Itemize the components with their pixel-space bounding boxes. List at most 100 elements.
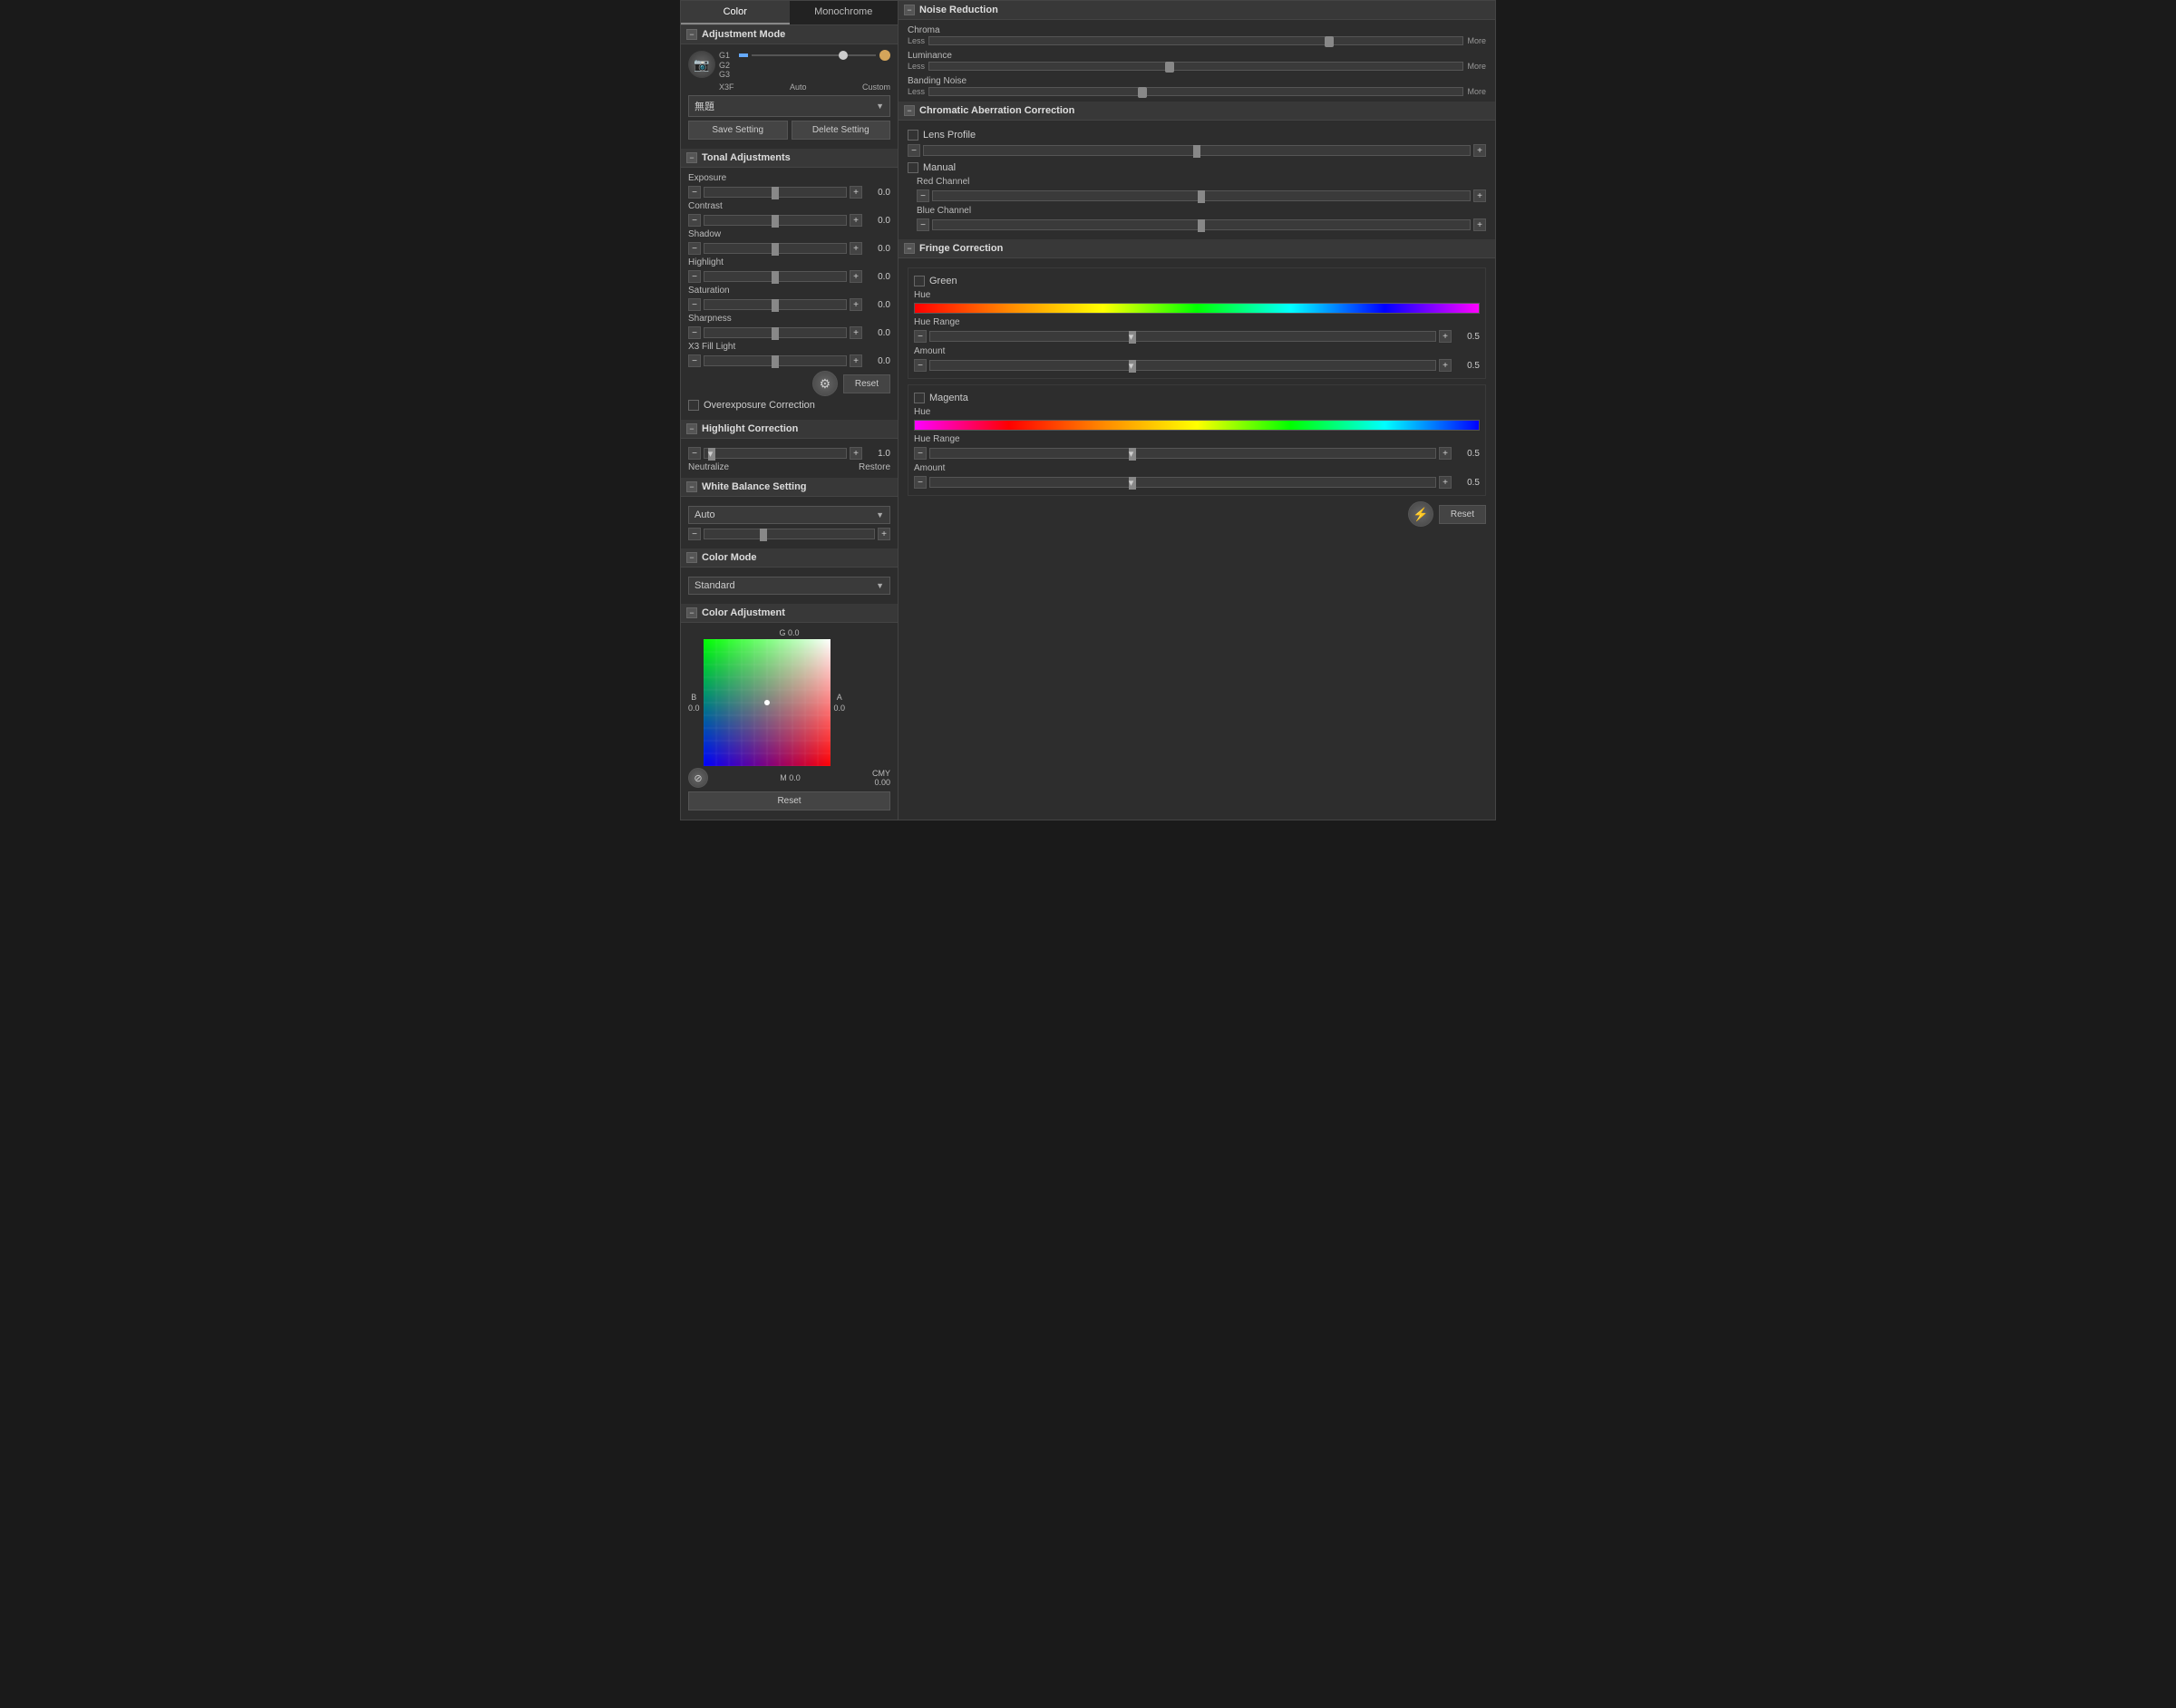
saturation-thumb[interactable] [772,299,779,312]
highlight-correction-slider[interactable]: ▾ [704,448,847,459]
luminance-thumb[interactable] [1165,62,1174,73]
color-mode-dropdown[interactable]: Standard ▼ [688,577,890,595]
adjustment-mode-collapse[interactable]: − [686,29,697,40]
blue-channel-thumb[interactable] [1198,219,1205,232]
shadow-slider[interactable] [704,243,847,254]
blue-channel-slider[interactable] [932,219,1471,230]
chromatic-aberration-collapse[interactable]: − [904,105,915,116]
color-mode-collapse[interactable]: − [686,552,697,563]
highlight-correction-thumb[interactable]: ▾ [708,448,715,461]
red-channel-thumb[interactable] [1198,190,1205,203]
green-hue-range-slider[interactable]: ▾ [929,331,1436,342]
x3-fill-light-thumb[interactable] [772,355,779,368]
delete-setting-button[interactable]: Delete Setting [792,121,891,140]
g1-slider[interactable] [752,51,876,60]
magenta-amount-thumb[interactable]: ▾ [1129,477,1136,490]
highlight-correction-collapse[interactable]: − [686,423,697,434]
lens-profile-minus[interactable]: − [908,144,920,157]
contrast-slider[interactable] [704,215,847,226]
sharpness-plus[interactable]: + [850,326,862,339]
shadow-thumb[interactable] [772,243,779,256]
color-adj-reset-button[interactable]: Reset [688,791,890,810]
red-channel-slider[interactable] [932,190,1471,201]
color-grid[interactable] [704,639,831,766]
blue-channel-plus[interactable]: + [1473,218,1486,231]
tab-color[interactable]: Color [681,1,790,24]
tab-monochrome[interactable]: Monochrome [790,1,899,24]
setting-dropdown[interactable]: 無題 ▼ [688,95,890,117]
fringe-correction-collapse[interactable]: − [904,243,915,254]
magenta-hue-range-minus[interactable]: − [914,447,927,460]
saturation-plus[interactable]: + [850,298,862,311]
sharpness-slider[interactable] [704,327,847,338]
lens-profile-plus[interactable]: + [1473,144,1486,157]
highlight-minus[interactable]: − [688,270,701,283]
highlight-correction-plus[interactable]: + [850,447,862,460]
wb-temp-minus[interactable]: − [688,528,701,540]
highlight-slider[interactable] [704,271,847,282]
wb-temp-thumb[interactable] [760,529,767,541]
magenta-amount-minus[interactable]: − [914,476,927,489]
green-amount-thumb[interactable]: ▾ [1129,360,1136,373]
overexposure-checkbox[interactable] [688,400,699,411]
red-channel-minus[interactable]: − [917,189,929,202]
exposure-minus[interactable]: − [688,186,701,199]
highlight-plus[interactable]: + [850,270,862,283]
wb-temp-slider[interactable] [704,529,875,539]
magenta-amount-slider[interactable]: ▾ [929,477,1436,488]
green-amount-slider[interactable]: ▾ [929,360,1436,371]
x3-fill-light-plus[interactable]: + [850,354,862,367]
neutralize-label[interactable]: Neutralize [688,462,729,472]
banding-noise-slider[interactable] [928,87,1463,96]
chroma-slider[interactable] [928,36,1463,45]
sharpness-thumb[interactable] [772,327,779,340]
lens-profile-checkbox[interactable] [908,130,918,141]
x3-fill-light-slider[interactable] [704,355,847,366]
contrast-thumb[interactable] [772,215,779,228]
tonal-icon-btn[interactable]: ⚙ [812,371,838,396]
tonal-reset-button[interactable]: Reset [843,374,890,393]
magenta-amount-plus[interactable]: + [1439,476,1452,489]
fringe-icon-btn[interactable]: ⚡ [1408,501,1433,527]
green-amount-minus[interactable]: − [914,359,927,372]
magenta-hue-bar[interactable] [914,420,1480,431]
tonal-adjustments-collapse[interactable]: − [686,152,697,163]
green-hue-range-minus[interactable]: − [914,330,927,343]
magenta-hue-range-thumb[interactable]: ▾ [1129,448,1136,461]
saturation-minus[interactable]: − [688,298,701,311]
banding-noise-thumb[interactable] [1138,87,1147,98]
green-amount-plus[interactable]: + [1439,359,1452,372]
lens-profile-slider[interactable] [923,145,1471,156]
restore-label[interactable]: Restore [859,462,890,472]
magenta-hue-range-plus[interactable]: + [1439,447,1452,460]
green-hue-bar[interactable] [914,303,1480,314]
color-adj-icon[interactable]: ⊘ [688,768,708,788]
contrast-plus[interactable]: + [850,214,862,227]
exposure-plus[interactable]: + [850,186,862,199]
exposure-thumb[interactable] [772,187,779,199]
lens-profile-thumb[interactable] [1193,145,1200,158]
noise-reduction-collapse[interactable]: − [904,5,915,15]
sharpness-minus[interactable]: − [688,326,701,339]
magenta-hue-range-slider[interactable]: ▾ [929,448,1436,459]
highlight-thumb[interactable] [772,271,779,284]
green-hue-range-plus[interactable]: + [1439,330,1452,343]
blue-channel-minus[interactable]: − [917,218,929,231]
fringe-reset-button[interactable]: Reset [1439,505,1486,524]
shadow-plus[interactable]: + [850,242,862,255]
chroma-thumb[interactable] [1325,36,1334,47]
magenta-checkbox[interactable] [914,393,925,403]
wb-temp-plus[interactable]: + [878,528,890,540]
green-hue-range-thumb[interactable]: ▾ [1129,331,1136,344]
manual-checkbox[interactable] [908,162,918,173]
luminance-slider[interactable] [928,62,1463,71]
x3-fill-light-minus[interactable]: − [688,354,701,367]
green-checkbox[interactable] [914,276,925,286]
highlight-correction-minus[interactable]: − [688,447,701,460]
contrast-minus[interactable]: − [688,214,701,227]
color-adjustment-collapse[interactable]: − [686,607,697,618]
shadow-minus[interactable]: − [688,242,701,255]
white-balance-collapse[interactable]: − [686,481,697,492]
red-channel-plus[interactable]: + [1473,189,1486,202]
saturation-slider[interactable] [704,299,847,310]
